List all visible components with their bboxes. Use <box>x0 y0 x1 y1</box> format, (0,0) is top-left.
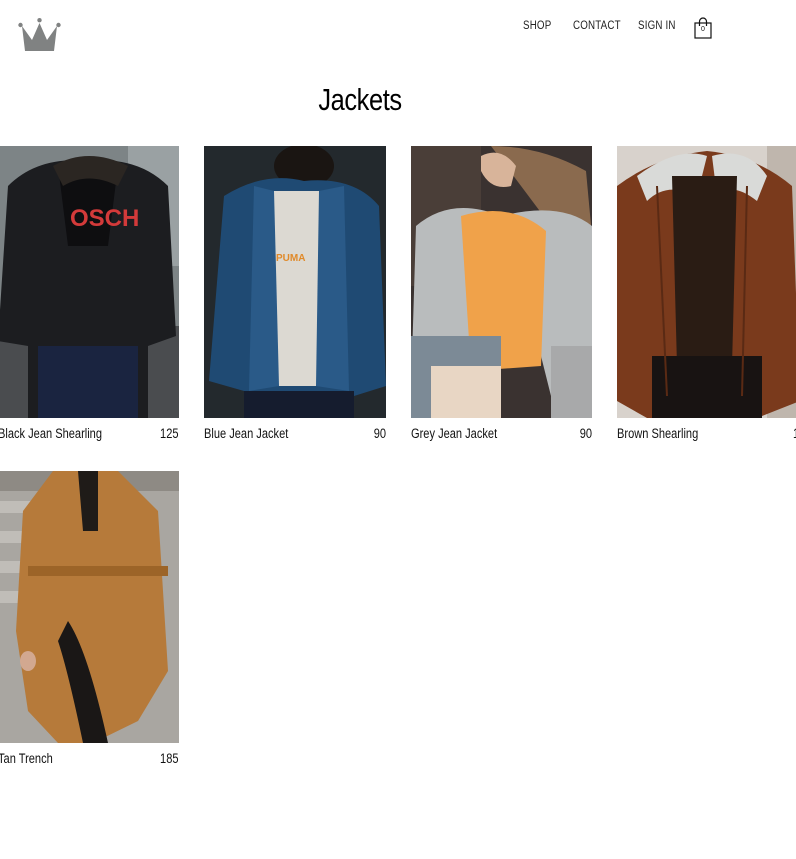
product-price: 185 <box>160 751 179 766</box>
product-image-grey-jean-jacket[interactable] <box>411 146 592 418</box>
main-nav: SHOP CONTACT SIGN IN <box>0 20 796 40</box>
product-image-black-jean-shearling[interactable]: OSCH <box>0 146 179 418</box>
product-name[interactable]: Blue Jean Jacket <box>204 426 288 441</box>
product-name[interactable]: Brown Shearling <box>617 426 698 441</box>
product-price: 125 <box>160 426 179 441</box>
product-card[interactable]: Brown Shearling 165 <box>617 146 796 446</box>
nav-contact-link[interactable]: CONTACT <box>573 20 621 32</box>
product-name[interactable]: Black Jean Shearling <box>0 426 102 441</box>
product-price: 90 <box>579 426 592 441</box>
cart-count: 0 <box>701 26 705 33</box>
product-card[interactable]: OSCH Black Jean Shearling 125 <box>0 146 179 446</box>
product-card[interactable]: PUMA Blue Jean Jacket 90 <box>204 146 386 446</box>
product-image-tan-trench[interactable] <box>0 471 179 743</box>
nav-shop-link[interactable]: SHOP <box>523 20 551 32</box>
product-image-blue-jean-jacket[interactable]: PUMA <box>204 146 386 418</box>
product-price: 90 <box>373 426 386 441</box>
svg-text:OSCH: OSCH <box>70 205 139 232</box>
cart-button[interactable]: 0 <box>693 17 713 39</box>
product-name[interactable]: Grey Jean Jacket <box>411 426 497 441</box>
product-name[interactable]: Tan Trench <box>0 751 53 766</box>
svg-text:PUMA: PUMA <box>276 253 305 264</box>
product-card[interactable]: Grey Jean Jacket 90 <box>411 146 592 446</box>
nav-sign-in-link[interactable]: SIGN IN <box>638 20 676 32</box>
product-image-brown-shearling[interactable] <box>617 146 796 418</box>
product-card[interactable]: Tan Trench 185 <box>0 471 179 771</box>
page-title: Jackets <box>318 82 402 117</box>
